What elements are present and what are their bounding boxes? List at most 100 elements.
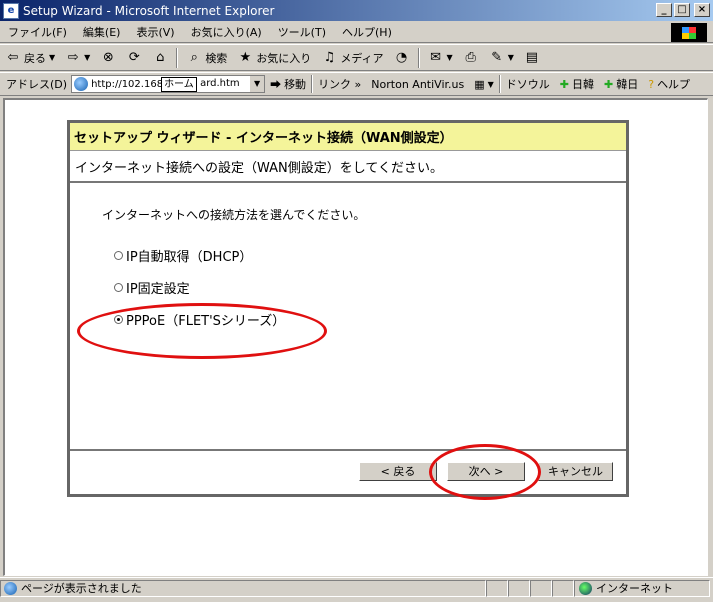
mail-dropdown-icon[interactable]: ▼ [447, 53, 453, 62]
stop-button[interactable]: ⊗ [95, 47, 121, 69]
menu-favorites[interactable]: お気に入り(A) [183, 24, 270, 40]
menu-bar: ファイル(F) 編集(E) 表示(V) お気に入り(A) ツール(T) ヘルプ(… [0, 21, 713, 43]
discuss-button[interactable]: ▤ [519, 47, 545, 69]
favorites-icon: ★ [239, 49, 252, 65]
nikkan-label: 日韓 [572, 78, 594, 91]
address-bar: アドレス(D) http://102.168. ホーム ard.htm ▼ ⮕ … [0, 72, 713, 96]
edit-dropdown-icon[interactable]: ▼ [508, 53, 514, 62]
menu-help[interactable]: ヘルプ(H) [334, 24, 400, 40]
ie-icon[interactable]: e [3, 2, 19, 19]
norton-antivirus-button[interactable]: Norton AntiVir.us [366, 78, 469, 91]
norton-dropdown-icon: ▼ [487, 79, 494, 89]
address-label: アドレス(D) [6, 78, 68, 91]
search-icon: ⌕ [190, 49, 198, 65]
search-button[interactable]: ⌕ 検索 [181, 47, 232, 69]
home-icon: ⌂ [156, 49, 165, 65]
page-done-icon [4, 581, 17, 595]
search-label: 検索 [205, 51, 228, 65]
address-url: http://102.168. [91, 78, 167, 90]
media-label: メディア [340, 51, 384, 65]
minimize-button[interactable]: _ [656, 3, 672, 17]
cancel-button[interactable]: キャンセル [538, 462, 613, 481]
annotation-circle-next [429, 444, 541, 500]
menu-edit[interactable]: 編集(E) [75, 24, 129, 40]
discuss-icon: ▤ [525, 49, 538, 65]
norton-menu[interactable]: ▦ ▼ [469, 78, 499, 91]
go-button[interactable]: ⮕ 移動 [265, 76, 311, 92]
kannichi-icon: ✚ [604, 77, 614, 91]
home-tooltip: ホーム [161, 77, 197, 92]
dosoul-link[interactable]: ドソウル [501, 76, 555, 92]
history-icon: ◔ [395, 49, 408, 65]
kannichi-link[interactable]: ✚ 韓日 [599, 76, 643, 92]
standard-toolbar: ⇦ 戻る ▼ ⇨ ▼ ⊗ ⟳ ⌂ ⌕ 検索 ★ お気に入り ♫ メディア ◔ ✉… [0, 44, 713, 71]
window-title: Setup Wizard - Microsoft Internet Explor… [23, 3, 275, 18]
status-bar: ページが表示されました インターネット [0, 577, 713, 598]
connection-prompt: インターネットへの接続方法を選んでください。 [102, 208, 366, 222]
kannichi-label: 韓日 [616, 78, 639, 91]
history-button[interactable]: ◔ [389, 47, 415, 69]
option-static-ip-label: IP固定設定 [126, 282, 190, 297]
option-static-ip[interactable]: IP固定設定 [114, 278, 190, 297]
internet-zone-icon [579, 581, 592, 595]
status-cell-empty [508, 579, 530, 597]
forward-dropdown-icon[interactable]: ▼ [84, 53, 90, 62]
browser-content: セットアップ ウィザード - インターネット接続（WAN側設定） インターネット… [3, 98, 708, 576]
annotation-circle-pppoe [77, 303, 327, 359]
toolbar-separator [176, 47, 179, 68]
print-icon: ⎙ [465, 49, 476, 65]
favorites-label: お気に入り [256, 51, 312, 65]
links-button[interactable]: リンク » [313, 76, 366, 92]
back-arrow-icon: ⇦ [7, 49, 19, 65]
title-bar: e Setup Wizard - Microsoft Internet Expl… [0, 0, 713, 21]
forward-arrow-icon: ⇨ [67, 49, 79, 65]
radio-static-ip[interactable] [114, 283, 123, 292]
print-button[interactable]: ⎙ [458, 47, 484, 69]
refresh-icon: ⟳ [128, 49, 140, 65]
help-label: ヘルプ [657, 78, 691, 91]
go-label: 移動 [284, 78, 307, 91]
help-link[interactable]: ? ヘルプ [643, 76, 695, 92]
favorites-button[interactable]: ★ お気に入り [232, 47, 316, 69]
address-dropdown-icon[interactable]: ▼ [249, 76, 265, 92]
menu-view[interactable]: 表示(V) [128, 24, 182, 40]
window-controls: _ □ × [656, 3, 710, 17]
back-label: 戻る [24, 51, 46, 65]
wizard-subtitle: インターネット接続への設定（WAN側設定）をしてください。 [70, 151, 626, 183]
close-button[interactable]: × [694, 3, 710, 17]
wizard-footer: < 戻る 次へ > キャンセル [70, 451, 626, 494]
security-zone-cell: インターネット [574, 579, 710, 597]
windows-logo-icon [671, 23, 707, 42]
option-dhcp[interactable]: IP自動取得（DHCP） [114, 246, 252, 265]
maximize-button[interactable]: □ [674, 3, 690, 17]
back-button[interactable]: ⇦ 戻る ▼ [0, 47, 60, 69]
nikkan-link[interactable]: ✚ 日韓 [555, 76, 599, 92]
security-zone: インターネット [596, 582, 673, 595]
toolbar-separator [417, 47, 420, 68]
refresh-button[interactable]: ⟳ [121, 47, 147, 69]
wizard-header: セットアップ ウィザード - インターネット接続（WAN側設定） [70, 123, 626, 151]
media-icon: ♫ [323, 49, 336, 65]
status-cell-empty [552, 579, 574, 597]
edit-button[interactable]: ✎ ▼ [484, 47, 519, 69]
address-input[interactable]: http://102.168. ホーム ard.htm ▼ [71, 75, 266, 93]
status-cell-empty [530, 579, 552, 597]
menu-file[interactable]: ファイル(F) [0, 24, 75, 40]
edit-icon: ✎ [491, 49, 503, 65]
forward-button[interactable]: ⇨ ▼ [60, 47, 95, 69]
back-dropdown-icon[interactable]: ▼ [49, 53, 55, 62]
status-message-cell: ページが表示されました [0, 579, 486, 597]
mail-icon: ✉ [430, 49, 441, 65]
menu-tools[interactable]: ツール(T) [270, 24, 334, 40]
help-icon: ? [648, 77, 655, 91]
radio-dhcp[interactable] [114, 251, 123, 260]
media-button[interactable]: ♫ メディア [316, 47, 388, 69]
status-message: ページが表示されました [21, 582, 142, 595]
mail-button[interactable]: ✉ ▼ [423, 47, 458, 69]
address-url-tail: ard.htm [200, 78, 240, 89]
nikkan-icon: ✚ [559, 77, 569, 91]
stop-icon: ⊗ [102, 49, 114, 65]
home-button[interactable]: ⌂ [147, 47, 173, 69]
norton-icon: ▦ [474, 77, 485, 91]
back-step-button[interactable]: < 戻る [359, 462, 437, 481]
